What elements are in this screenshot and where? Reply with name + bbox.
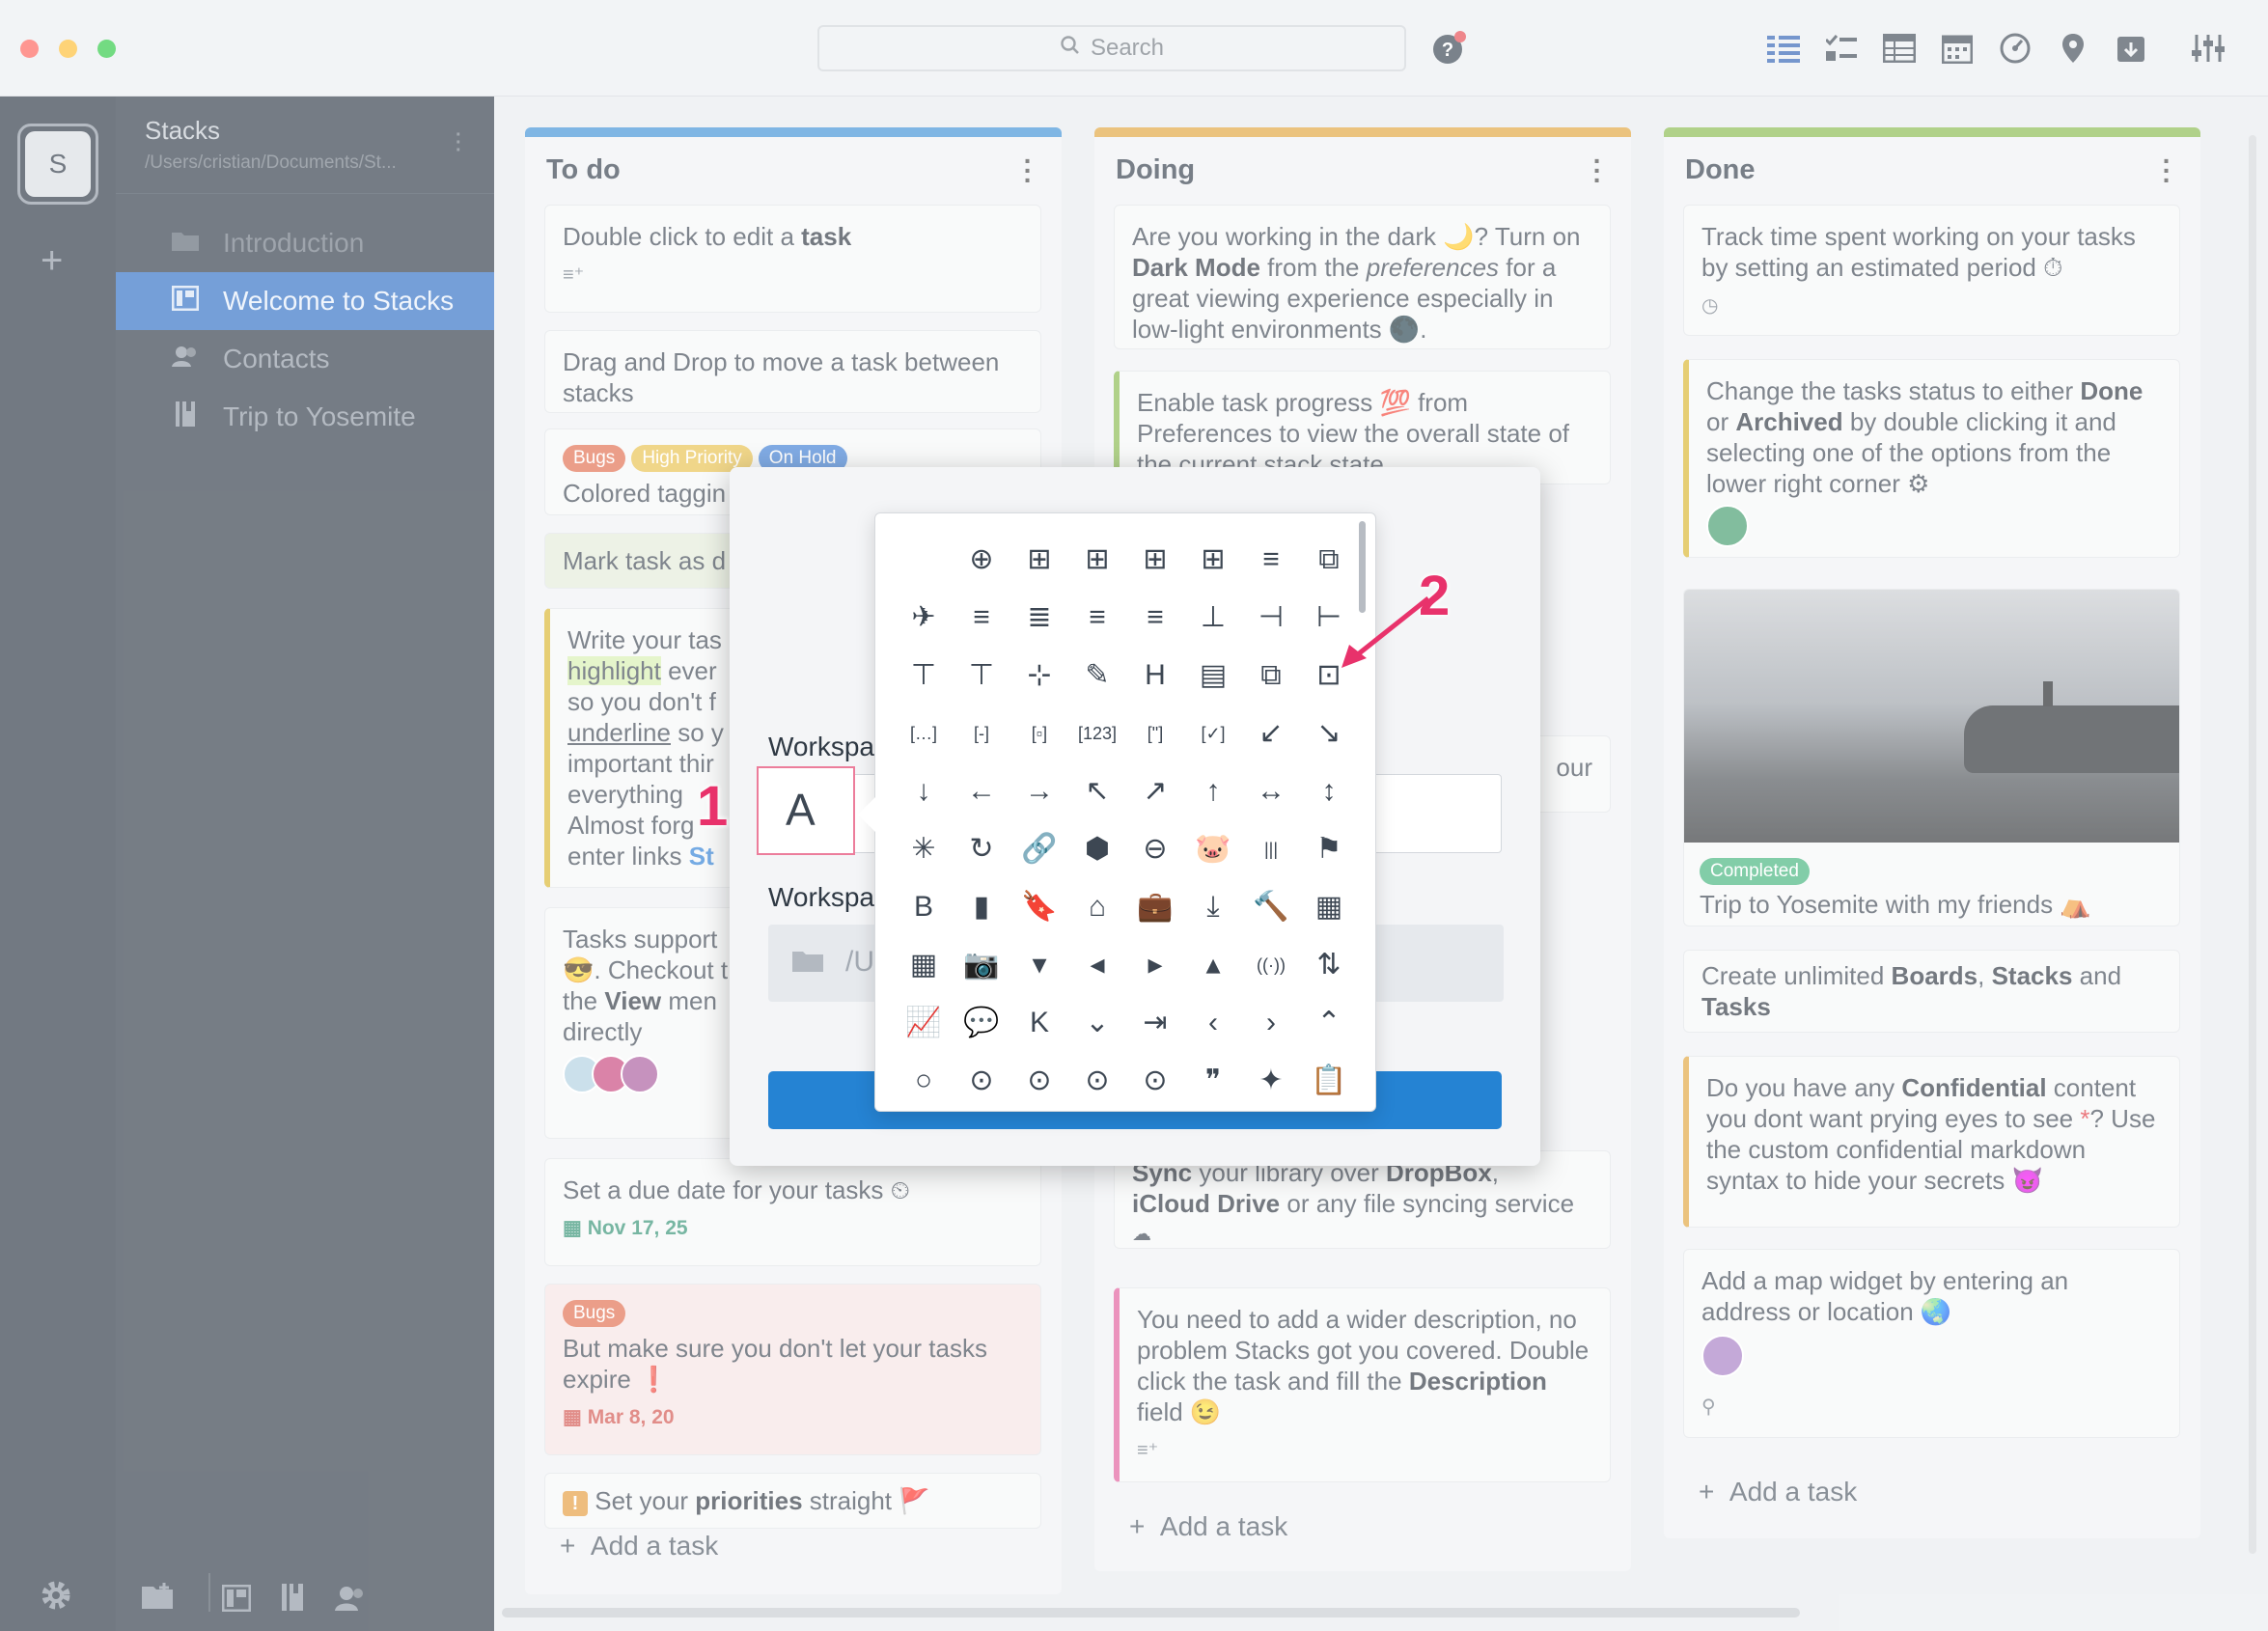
icon-option[interactable]: ⇥	[1126, 994, 1184, 1052]
icon-option[interactable]: K	[1010, 994, 1068, 1052]
icon-option[interactable]: ↖	[1068, 762, 1126, 820]
icon-option[interactable]: ▸	[1126, 936, 1184, 994]
icon-option[interactable]: ○	[895, 1052, 953, 1110]
icon-option[interactable]: →	[1010, 762, 1068, 820]
popover-arrow	[858, 797, 875, 832]
callout-arrow	[1341, 596, 1430, 668]
workspace-icon-value: A	[786, 785, 816, 835]
icon-option[interactable]: 📋	[1300, 1052, 1358, 1110]
icon-option[interactable]: 💬	[953, 994, 1010, 1052]
icon-option[interactable]: ⊙	[953, 1052, 1010, 1110]
icon-option[interactable]: ⊣	[1242, 589, 1300, 647]
icon-option[interactable]: ⊙	[1068, 1052, 1126, 1110]
icon-option[interactable]: ↕	[1300, 762, 1358, 820]
icon-option[interactable]: […]	[895, 705, 953, 762]
icon-option[interactable]: ⊙	[1010, 1052, 1068, 1110]
icon-option[interactable]: ←	[953, 762, 1010, 820]
icon-option[interactable]: ⊞	[1126, 531, 1184, 589]
icon-option[interactable]: |||	[1242, 820, 1300, 878]
icon-option[interactable]: ‹	[1184, 994, 1242, 1052]
icon-option[interactable]: B	[895, 878, 953, 936]
icon-option[interactable]: 🔗	[1010, 820, 1068, 878]
icon-option[interactable]: ↘	[1300, 705, 1358, 762]
folder-icon	[791, 948, 824, 978]
icon-option[interactable]: ↙	[1242, 705, 1300, 762]
icon-grid: ⊕ ⊞ ⊞ ⊞ ⊞ ≡ ⧉ ✈ ≡ ≣ ≡ ≡ ⊥ ⊣ ⊢ ⊤ ⊤ ⊹ ✎ H ▤ ⧉ ⊡ […] [-] [▫] [123] ["]…	[895, 531, 1358, 1110]
icon-option[interactable]: ⊖	[1126, 820, 1184, 878]
icon-option[interactable]: ⊹	[1010, 647, 1068, 705]
icon-picker-popover: ⊕ ⊞ ⊞ ⊞ ⊞ ≡ ⧉ ✈ ≡ ≣ ≡ ≡ ⊥ ⊣ ⊢ ⊤ ⊤ ⊹ ✎ H ▤ ⧉ ⊡ […] [-] [▫] [123] ["]…	[874, 512, 1376, 1112]
icon-option[interactable]: ((·))	[1242, 936, 1300, 994]
icon-option[interactable]: ≣	[1010, 589, 1068, 647]
icon-option[interactable]: ▾	[1010, 936, 1068, 994]
icon-option[interactable]: 🔖	[1010, 878, 1068, 936]
icon-option[interactable]: ⌃	[1300, 994, 1358, 1052]
icon-option[interactable]: ▤	[1184, 647, 1242, 705]
icon-option[interactable]: 🔨	[1242, 878, 1300, 936]
workspace-path-label: Workspa	[768, 882, 874, 912]
icon-option[interactable]: 💼	[1126, 878, 1184, 936]
icon-option[interactable]: [✓]	[1184, 705, 1242, 762]
icon-option[interactable]	[895, 531, 953, 589]
icon-option[interactable]: 📈	[895, 994, 953, 1052]
icon-option[interactable]: ↑	[1184, 762, 1242, 820]
icon-option[interactable]: ✎	[1068, 647, 1126, 705]
workspace-path-value: /U	[845, 946, 874, 978]
icon-option[interactable]: ⊕	[953, 531, 1010, 589]
icon-option[interactable]: ✦	[1242, 1052, 1300, 1110]
icon-option[interactable]: ↻	[953, 820, 1010, 878]
icon-option[interactable]: [123]	[1068, 705, 1126, 762]
icon-option[interactable]: ⊞	[1184, 531, 1242, 589]
icon-option[interactable]: ↗	[1126, 762, 1184, 820]
icon-option[interactable]: ⊞	[1068, 531, 1126, 589]
icon-option[interactable]: ⤓	[1184, 878, 1242, 936]
icon-option[interactable]: 📷	[953, 936, 1010, 994]
icon-option[interactable]: H	[1126, 647, 1184, 705]
icon-option[interactable]: ◂	[1068, 936, 1126, 994]
icon-option[interactable]: ⧉	[1300, 531, 1358, 589]
icon-option[interactable]: ⇅	[1300, 936, 1358, 994]
icon-option[interactable]: ⊙	[1126, 1052, 1184, 1110]
icon-option[interactable]: ≡	[1242, 531, 1300, 589]
icon-option[interactable]: [-]	[953, 705, 1010, 762]
icon-option[interactable]: 🐷	[1184, 820, 1242, 878]
icon-option[interactable]: ⌄	[1068, 994, 1126, 1052]
icon-option[interactable]: ⧉	[1242, 647, 1300, 705]
icon-option[interactable]: ✈	[895, 589, 953, 647]
icon-option[interactable]: ▦	[895, 936, 953, 994]
icon-option[interactable]: ["]	[1126, 705, 1184, 762]
icon-option[interactable]: ≡	[1126, 589, 1184, 647]
icon-option[interactable]: ⚑	[1300, 820, 1358, 878]
icon-option[interactable]: ⊥	[1184, 589, 1242, 647]
icon-option[interactable]: ▮	[953, 878, 1010, 936]
icon-option[interactable]: ▦	[1300, 878, 1358, 936]
icon-option[interactable]: ⬢	[1068, 820, 1126, 878]
icon-option[interactable]: ⊞	[1010, 531, 1068, 589]
workspace-name-label: Workspa	[768, 732, 874, 761]
callout-1: 1	[697, 775, 729, 838]
icon-option[interactable]: ⊤	[953, 647, 1010, 705]
workspace-icon-button[interactable]: A	[757, 766, 855, 855]
icon-option[interactable]: [▫]	[1010, 705, 1068, 762]
icon-option[interactable]: ⌂	[1068, 878, 1126, 936]
icon-option[interactable]: ▴	[1184, 936, 1242, 994]
icon-option[interactable]: ≡	[953, 589, 1010, 647]
icon-option[interactable]: ⊤	[895, 647, 953, 705]
icon-option[interactable]: ↔	[1242, 762, 1300, 820]
icon-option[interactable]: ❞	[1184, 1052, 1242, 1110]
icon-option[interactable]: ↓	[895, 762, 953, 820]
icon-option[interactable]: ≡	[1068, 589, 1126, 647]
icon-option[interactable]: ›	[1242, 994, 1300, 1052]
icon-option[interactable]: ✳	[895, 820, 953, 878]
